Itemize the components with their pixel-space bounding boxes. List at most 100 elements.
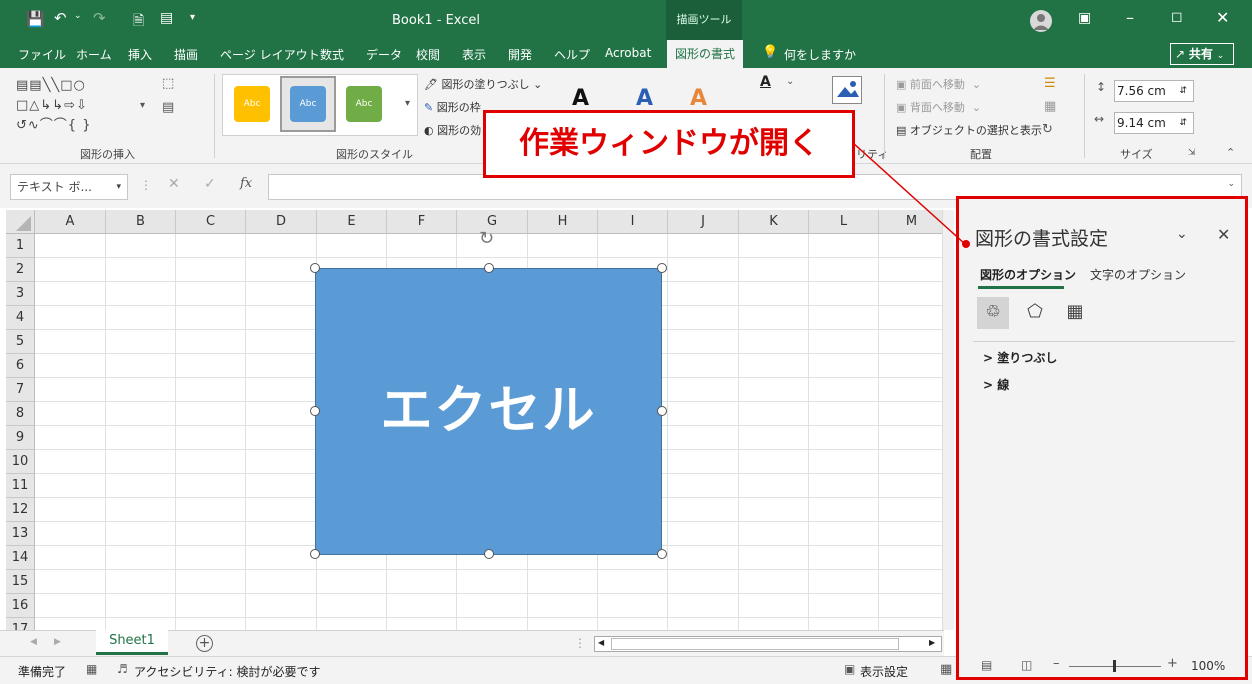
resize-handle[interactable] xyxy=(310,549,320,559)
customize-qat-icon[interactable]: ▾ xyxy=(190,12,195,23)
row-header[interactable]: 6 xyxy=(6,354,35,378)
tab-review[interactable]: 校閲 xyxy=(416,46,440,63)
edit-shape-icon[interactable]: ⬚ xyxy=(162,76,174,91)
column-header[interactable]: E xyxy=(317,210,387,234)
pane-options-chevron-icon[interactable]: ⌄ xyxy=(1176,226,1188,242)
tab-page-layout[interactable]: ページ レイアウト xyxy=(220,46,320,63)
display-settings-button[interactable]: 表示設定 xyxy=(860,663,908,680)
column-header[interactable]: A xyxy=(35,210,106,234)
prev-sheet-icon[interactable]: ◀ xyxy=(30,637,37,647)
wordart-style-orange[interactable]: A xyxy=(690,86,707,111)
undo-dropdown-icon[interactable]: ⌄ xyxy=(74,11,82,21)
tab-developer[interactable]: 開発 xyxy=(508,46,532,63)
tab-text-options[interactable]: 文字のオプション xyxy=(1090,266,1186,283)
row-header[interactable]: 10 xyxy=(6,450,35,474)
ribbon-display-icon[interactable]: ▣ xyxy=(1078,10,1091,26)
column-header[interactable]: D xyxy=(246,210,317,234)
scroll-thumb[interactable] xyxy=(611,638,899,650)
page-break-view-icon[interactable]: ◫ xyxy=(1021,658,1032,672)
row-header[interactable]: 9 xyxy=(6,426,35,450)
tell-me-search[interactable]: 何をしますか xyxy=(784,46,856,63)
tab-help[interactable]: ヘルプ xyxy=(554,46,590,63)
shape-outline-button[interactable]: ✎ 図形の枠 xyxy=(424,99,481,115)
row-header[interactable]: 11 xyxy=(6,474,35,498)
maximize-icon[interactable]: ◻ xyxy=(1171,9,1183,25)
wordart-style-black[interactable]: A xyxy=(572,86,589,111)
resize-handle[interactable] xyxy=(310,406,320,416)
row-header[interactable]: 16 xyxy=(6,594,35,618)
save-icon[interactable]: 💾 xyxy=(26,10,45,28)
shape-style-gold[interactable]: Abc xyxy=(234,86,270,122)
resize-handle[interactable] xyxy=(484,549,494,559)
row-header[interactable]: 14 xyxy=(6,546,35,570)
zoom-level[interactable]: 100% xyxy=(1191,659,1225,673)
dialog-launcher-icon[interactable]: ⇲ xyxy=(1188,148,1196,158)
normal-view-icon[interactable]: ▦ xyxy=(940,662,952,677)
row-header[interactable]: 13 xyxy=(6,522,35,546)
tab-acrobat[interactable]: Acrobat xyxy=(605,46,651,60)
tab-draw[interactable]: 描画 xyxy=(174,46,198,63)
styles-more-icon[interactable]: ▾ xyxy=(405,98,410,109)
resize-handle[interactable] xyxy=(657,549,667,559)
text-box-icon[interactable]: ▤ xyxy=(162,100,174,115)
row-header[interactable]: 3 xyxy=(6,282,35,306)
name-box[interactable]: テキスト ボ... ▾ xyxy=(10,174,128,200)
shape-style-green[interactable]: Abc xyxy=(346,86,382,122)
column-header[interactable]: I xyxy=(598,210,668,234)
resize-handle[interactable] xyxy=(657,406,667,416)
enter-icon[interactable]: ✓ xyxy=(204,176,216,192)
tab-shape-options[interactable]: 図形のオプション xyxy=(980,266,1076,283)
rotate-icon[interactable]: ↻ xyxy=(1042,122,1053,137)
tab-formulas[interactable]: 数式 xyxy=(320,46,344,63)
share-button[interactable]: ↗ 共有 ⌄ xyxy=(1170,43,1234,65)
zoom-in-icon[interactable]: + xyxy=(1167,656,1178,671)
scroll-left-icon[interactable]: ◀ xyxy=(598,638,604,647)
text-fill-dropdown-icon[interactable]: ⌄ xyxy=(786,76,794,87)
cancel-icon[interactable]: ✕ xyxy=(168,176,180,192)
row-header[interactable]: 8 xyxy=(6,402,35,426)
row-header[interactable]: 7 xyxy=(6,378,35,402)
tab-view[interactable]: 表示 xyxy=(462,46,486,63)
shape-text[interactable]: エクセル xyxy=(316,269,661,554)
bring-forward-button[interactable]: ▣ 前面へ移動 ⌄ xyxy=(896,76,981,92)
width-field[interactable]: 9.14 cm ⇵ xyxy=(1114,112,1194,134)
add-sheet-icon[interactable]: + xyxy=(196,635,213,652)
vertical-scrollbar[interactable] xyxy=(942,210,954,630)
display-settings-icon[interactable]: ▣ xyxy=(844,662,855,676)
column-header[interactable]: J xyxy=(668,210,739,234)
tab-insert[interactable]: 挿入 xyxy=(128,46,152,63)
accessibility-icon[interactable]: ♬ xyxy=(117,662,128,676)
wordart-style-blue[interactable]: A xyxy=(636,86,653,111)
rectangle-shape[interactable]: エクセル xyxy=(315,268,662,555)
column-header[interactable]: B xyxy=(106,210,176,234)
row-header[interactable]: 12 xyxy=(6,498,35,522)
shape-effects-button[interactable]: ◐ 図形の効 xyxy=(424,122,481,138)
alt-text-icon[interactable] xyxy=(832,76,862,104)
column-header[interactable]: H xyxy=(528,210,598,234)
expand-formula-icon[interactable]: ⌄ xyxy=(1227,179,1235,189)
tab-home[interactable]: ホーム xyxy=(76,46,112,63)
stepper-icon[interactable]: ⇵ xyxy=(1179,113,1187,133)
section-fill[interactable]: > 塗りつぶし xyxy=(983,349,1057,366)
column-header[interactable]: K xyxy=(739,210,809,234)
tab-data[interactable]: データ xyxy=(366,46,402,63)
resize-handle[interactable] xyxy=(310,263,320,273)
horizontal-scrollbar[interactable]: ◀ ▶ xyxy=(594,636,942,652)
new-file-icon[interactable]: 🗎 xyxy=(133,10,144,34)
row-header[interactable]: 5 xyxy=(6,330,35,354)
macro-icon[interactable]: ▦ xyxy=(86,662,97,676)
send-backward-button[interactable]: ▣ 背面へ移動 ⌄ xyxy=(896,99,981,115)
undo-icon[interactable]: ↶ xyxy=(54,9,67,27)
next-sheet-icon[interactable]: ▶ xyxy=(54,637,61,647)
zoom-out-icon[interactable]: – xyxy=(1053,656,1060,671)
text-fill-icon[interactable]: A xyxy=(760,74,771,90)
zoom-slider-thumb[interactable] xyxy=(1113,660,1116,672)
effects-pentagon-icon[interactable]: ⬠ xyxy=(1019,297,1051,329)
selection-pane-button[interactable]: ▤ オブジェクトの選択と表示 xyxy=(896,122,1042,138)
shapes-more-icon[interactable]: ▾ xyxy=(140,100,145,111)
stepper-icon[interactable]: ⇵ xyxy=(1179,81,1187,101)
shapes-gallery[interactable]: ▤▤╲╲□○ □△↳↳⇨⇩ ↺∿⌒⌒{ } xyxy=(16,76,134,136)
row-header[interactable]: 15 xyxy=(6,570,35,594)
close-pane-icon[interactable]: ✕ xyxy=(1217,225,1230,244)
avatar[interactable] xyxy=(1030,10,1052,32)
